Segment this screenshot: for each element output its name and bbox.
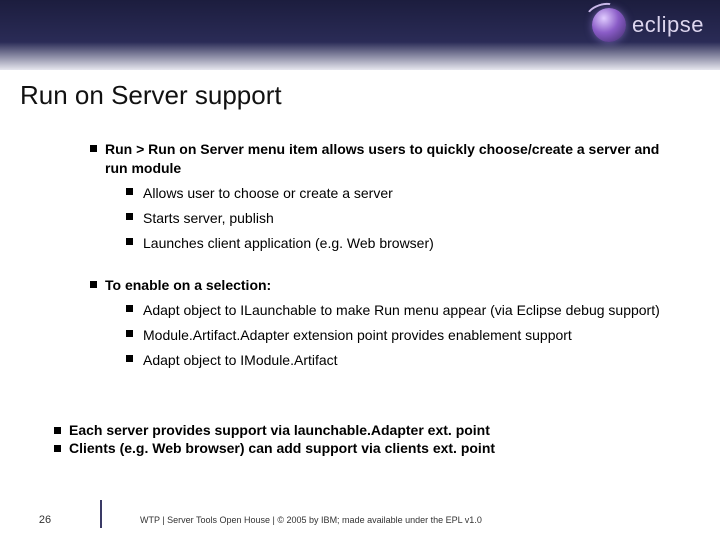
lower-bullets: Each server provides support via launcha… bbox=[54, 420, 680, 456]
bullet-square-icon bbox=[126, 330, 133, 337]
eclipse-logo-text: eclipse bbox=[632, 12, 704, 38]
sub-bullet-launches-client: Launches client application (e.g. Web br… bbox=[126, 234, 680, 253]
bullet-text: Module.Artifact.Adapter extension point … bbox=[143, 326, 572, 345]
slide-body: Run > Run on Server menu item allows use… bbox=[90, 140, 680, 372]
bullet-square-icon bbox=[90, 145, 97, 152]
eclipse-logo: eclipse bbox=[592, 8, 704, 42]
bullet-text: To enable on a selection: bbox=[105, 276, 271, 295]
bullet-text: Run > Run on Server menu item allows use… bbox=[105, 140, 680, 178]
bullet-square-icon bbox=[90, 281, 97, 288]
footer-text: WTP | Server Tools Open House | © 2005 b… bbox=[140, 515, 482, 525]
bullet-square-icon bbox=[126, 305, 133, 312]
slide-title: Run on Server support bbox=[20, 80, 282, 111]
header-banner: eclipse bbox=[0, 0, 720, 70]
bullet-text: Launches client application (e.g. Web br… bbox=[143, 234, 434, 253]
bullet-square-icon bbox=[54, 427, 61, 434]
bullet-text: Adapt object to ILaunchable to make Run … bbox=[143, 301, 660, 320]
bullet-text: Clients (e.g. Web browser) can add suppo… bbox=[69, 440, 495, 456]
bullet-to-enable: To enable on a selection: bbox=[90, 276, 680, 295]
sub-bullet-choose-create: Allows user to choose or create a server bbox=[126, 184, 680, 203]
bullet-clients: Clients (e.g. Web browser) can add suppo… bbox=[54, 440, 680, 456]
bullet-square-icon bbox=[126, 355, 133, 362]
page-number: 26 bbox=[0, 514, 90, 526]
bullet-square-icon bbox=[126, 238, 133, 245]
footer: 26 WTP | Server Tools Open House | © 200… bbox=[0, 500, 720, 540]
slide: eclipse Run on Server support Run > Run … bbox=[0, 0, 720, 540]
sub-bullet-adapt-ilaunchable: Adapt object to ILaunchable to make Run … bbox=[126, 301, 680, 320]
bullet-text: Starts server, publish bbox=[143, 209, 274, 228]
sub-bullet-starts-publish: Starts server, publish bbox=[126, 209, 680, 228]
bullet-square-icon bbox=[126, 213, 133, 220]
bullet-text: Allows user to choose or create a server bbox=[143, 184, 393, 203]
bullet-text: Each server provides support via launcha… bbox=[69, 422, 490, 438]
bullet-run-on-server: Run > Run on Server menu item allows use… bbox=[90, 140, 680, 178]
bullet-square-icon bbox=[126, 188, 133, 195]
eclipse-orb-icon bbox=[592, 8, 626, 42]
bullet-text: Adapt object to IModule.Artifact bbox=[143, 351, 338, 370]
bullet-each-server: Each server provides support via launcha… bbox=[54, 422, 680, 438]
bullet-square-icon bbox=[54, 445, 61, 452]
sub-bullet-module-artifact-adapter: Module.Artifact.Adapter extension point … bbox=[126, 326, 680, 345]
sub-bullet-adapt-imoduleartifact: Adapt object to IModule.Artifact bbox=[126, 351, 680, 370]
